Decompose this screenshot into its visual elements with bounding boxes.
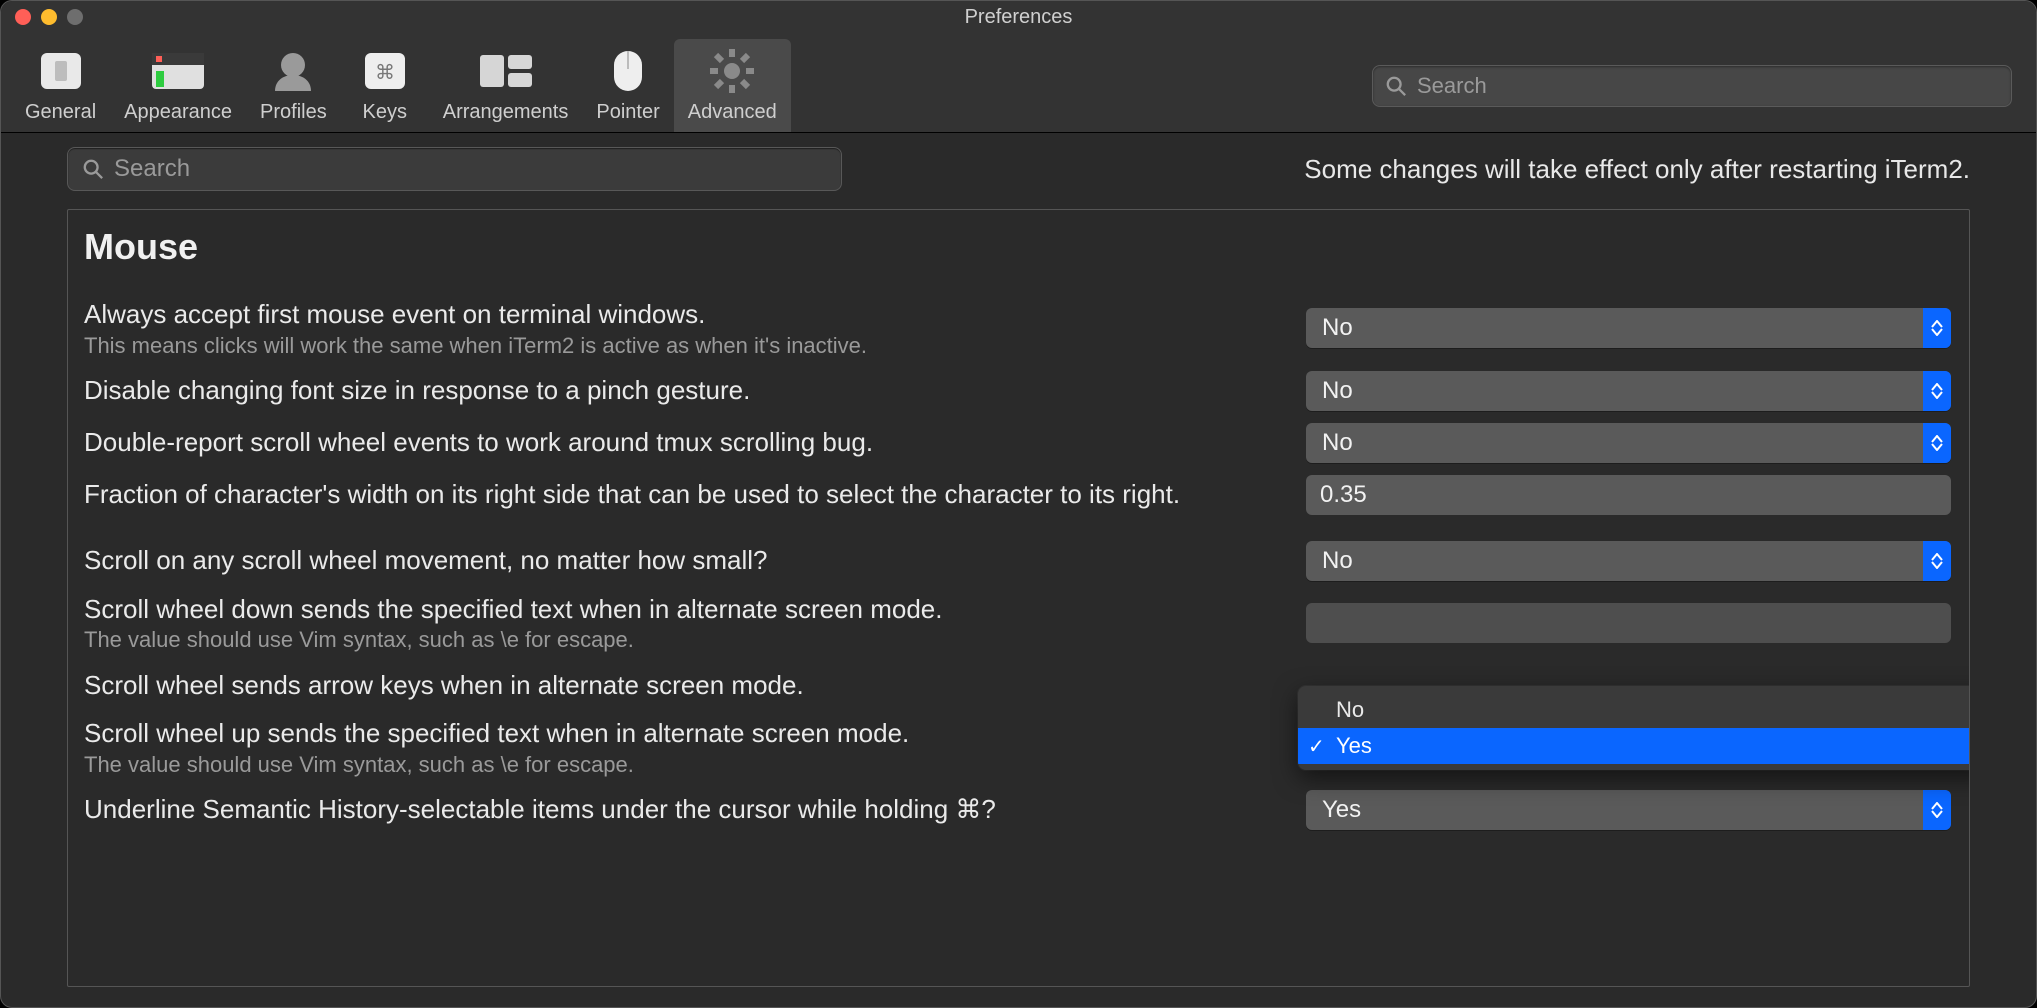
dropdown-popup: No ✓ Yes [1298, 686, 1970, 770]
setting-row: Disable changing font size in response t… [74, 365, 1963, 417]
advanced-icon [702, 45, 762, 97]
setting-row: Scroll on any scroll wheel movement, no … [74, 535, 1963, 587]
setting-title: Underline Semantic History-selectable it… [84, 793, 1288, 826]
tab-appearance[interactable]: Appearance [110, 39, 246, 132]
tab-label: Pointer [596, 101, 659, 124]
setting-dropdown[interactable]: No [1306, 423, 1951, 463]
updown-icon [1923, 371, 1951, 411]
setting-text-input[interactable] [1306, 603, 1951, 643]
setting-title: Scroll wheel sends arrow keys when in al… [84, 669, 1288, 702]
setting-dropdown[interactable]: Yes [1306, 790, 1951, 830]
content: Some changes will take effect only after… [1, 133, 2036, 1007]
advanced-search-input[interactable] [114, 155, 827, 183]
dropdown-value: No [1322, 314, 1353, 342]
setting-row: Underline Semantic History-selectable it… [74, 784, 1963, 836]
setting-title: Scroll wheel down sends the specified te… [84, 593, 1288, 626]
tab-profiles[interactable]: Profiles [246, 39, 341, 132]
setting-text-input[interactable]: 0.35 [1306, 475, 1951, 515]
appearance-icon [148, 45, 208, 97]
minimize-window-icon[interactable] [41, 9, 57, 25]
general-icon [31, 45, 91, 97]
toolbar-search-input[interactable] [1417, 73, 1999, 99]
restart-note: Some changes will take effect only after… [866, 154, 1970, 185]
advanced-search[interactable] [67, 147, 842, 191]
dropdown-value: Yes [1322, 796, 1361, 824]
dropdown-value: No [1322, 377, 1353, 405]
dropdown-value: No [1322, 547, 1353, 575]
setting-row: Fraction of character's width on its rig… [74, 469, 1963, 521]
tab-pointer[interactable]: Pointer [582, 39, 673, 132]
titlebar: Preferences [1, 1, 2036, 33]
tab-label: Profiles [260, 101, 327, 124]
updown-icon [1923, 790, 1951, 830]
tab-keys[interactable]: ⌘ Keys [341, 39, 429, 132]
tab-arrangements[interactable]: Arrangements [429, 39, 583, 132]
close-window-icon[interactable] [15, 9, 31, 25]
setting-subtitle: The value should use Vim syntax, such as… [84, 627, 1288, 653]
toolbar: General Appearance Profiles ⌘ Keys Arran… [1, 33, 2036, 133]
profiles-icon [263, 45, 323, 97]
setting-dropdown[interactable]: No [1306, 308, 1951, 348]
keys-icon: ⌘ [355, 45, 415, 97]
text-value: 0.35 [1320, 481, 1367, 509]
content-top: Some changes will take effect only after… [67, 147, 1970, 191]
dropdown-option-no[interactable]: No [1298, 692, 1970, 728]
setting-title: Scroll wheel up sends the specified text… [84, 717, 1288, 750]
setting-row: Scroll wheel down sends the specified te… [74, 587, 1963, 660]
tab-advanced[interactable]: Advanced [674, 39, 791, 132]
search-icon [1385, 75, 1407, 97]
toolbar-search[interactable] [1372, 65, 2012, 107]
option-label: Yes [1336, 733, 1372, 759]
tab-general[interactable]: General [11, 39, 110, 132]
setting-title: Always accept first mouse event on termi… [84, 298, 1288, 331]
tab-label: Advanced [688, 101, 777, 124]
setting-title: Disable changing font size in response t… [84, 374, 1288, 407]
option-label: No [1336, 697, 1364, 723]
setting-title: Scroll on any scroll wheel movement, no … [84, 544, 1288, 577]
setting-dropdown[interactable]: No [1306, 371, 1951, 411]
search-icon [82, 158, 104, 180]
setting-dropdown[interactable]: No [1306, 541, 1951, 581]
setting-title: Fraction of character's width on its rig… [84, 478, 1288, 511]
pointer-icon [598, 45, 658, 97]
window-title: Preferences [965, 6, 1073, 29]
tab-label: Arrangements [443, 101, 569, 124]
setting-title: Double-report scroll wheel events to wor… [84, 426, 1288, 459]
updown-icon [1923, 541, 1951, 581]
dropdown-value: No [1322, 429, 1353, 457]
section-title: Mouse [74, 220, 1963, 292]
tab-label: General [25, 101, 96, 124]
setting-subtitle: The value should use Vim syntax, such as… [84, 752, 1288, 778]
zoom-window-icon[interactable] [67, 9, 83, 25]
settings-panel: Mouse Always accept first mouse event on… [67, 209, 1970, 987]
arrangements-icon [476, 45, 536, 97]
preferences-window: Preferences General Appearance Profiles … [0, 0, 2037, 1008]
tab-label: Keys [363, 101, 407, 124]
check-icon: ✓ [1308, 734, 1325, 759]
svg-text:⌘: ⌘ [375, 62, 395, 84]
setting-row: Always accept first mouse event on termi… [74, 292, 1963, 365]
tab-label: Appearance [124, 101, 232, 124]
updown-icon [1923, 423, 1951, 463]
updown-icon [1923, 308, 1951, 348]
setting-row: Double-report scroll wheel events to wor… [74, 417, 1963, 469]
setting-subtitle: This means clicks will work the same whe… [84, 333, 1288, 359]
dropdown-option-yes[interactable]: ✓ Yes [1298, 728, 1970, 764]
traffic-lights [15, 9, 83, 25]
